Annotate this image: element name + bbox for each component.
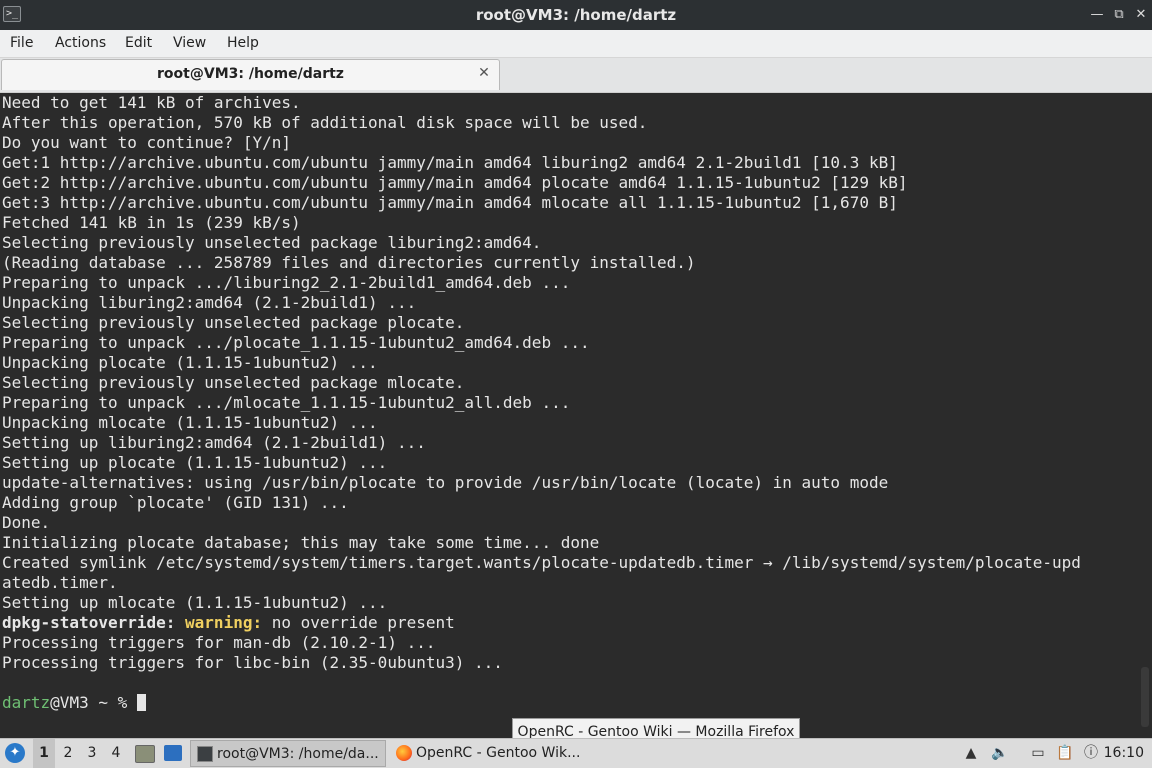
task-terminal-label: root@VM3: /home/da... [217,746,379,762]
menu-bar: File Actions Edit View Help [0,30,1152,58]
clock: 16:10 [1103,745,1144,761]
menu-view[interactable]: View [173,30,206,57]
text-cursor [136,694,146,711]
terminal-line: After this operation, 570 kB of addition… [2,113,648,132]
terminal-line: Unpacking plocate (1.1.15-1ubuntu2) ... [2,353,378,372]
terminal-line: Processing triggers for libc-bin (2.35-0… [2,653,503,672]
show-desktop-icon[interactable] [164,745,182,761]
task-terminal[interactable]: root@VM3: /home/da... [190,740,386,767]
update-icon[interactable]: ▲ [962,744,980,762]
terminal-line: Selecting previously unselected package … [2,233,542,252]
terminal-line: Unpacking mlocate (1.1.15-1ubuntu2) ... [2,413,378,432]
window-title: root@VM3: /home/dartz [475,6,677,24]
task-firefox[interactable]: OpenRC - Gentoo Wik... [390,740,586,767]
task-firefox-label: OpenRC - Gentoo Wik... [416,745,581,761]
terminal-output[interactable]: Need to get 141 kB of archives. After thi… [0,92,1152,736]
terminal-line: Setting up liburing2:amd64 (2.1-2build1)… [2,433,426,452]
terminal-line: Get:3 http://archive.ubuntu.com/ubuntu j… [2,193,898,212]
tab-terminal[interactable]: root@VM3: /home/dartz ✕ [1,59,500,90]
warning-label: warning: [185,613,263,632]
tab-label: root@VM3: /home/dartz [157,66,344,82]
workspace-2[interactable]: 2 [57,739,79,768]
clipboard-icon[interactable]: 📋 [1056,744,1074,762]
terminal-scrollbar[interactable] [1141,667,1149,727]
terminal-line: Preparing to unpack .../liburing2_2.1-2b… [2,273,571,292]
menu-help[interactable]: Help [227,30,259,57]
warning-source: dpkg-statoverride: [2,613,176,632]
warning-message: no override present [262,613,455,632]
menu-actions[interactable]: Actions [55,30,106,57]
terminal-line: Created symlink /etc/systemd/system/time… [2,553,1081,572]
terminal-line: Unpacking liburing2:amd64 (2.1-2build1) … [2,293,417,312]
terminal-line: Do you want to continue? [Y/n] [2,133,291,152]
firefox-icon [396,745,412,761]
terminal-icon [197,746,213,762]
menu-file[interactable]: File [10,30,33,57]
terminal-line: Selecting previously unselected package … [2,373,465,392]
terminal-lines: Need to get 141 kB of archives. After thi… [2,93,1081,713]
workspace-4[interactable]: 4 [105,739,127,768]
terminal-line: Get:2 http://archive.ubuntu.com/ubuntu j… [2,173,908,192]
terminal-line: Get:1 http://archive.ubuntu.com/ubuntu j… [2,153,898,172]
terminal-line: Preparing to unpack .../mlocate_1.1.15-1… [2,393,571,412]
tab-bar: root@VM3: /home/dartz ✕ [0,58,1152,92]
terminal-line: atedb.timer. [2,573,118,592]
terminal-line: Setting up mlocate (1.1.15-1ubuntu2) ... [2,593,388,612]
workspace-3[interactable]: 3 [81,739,103,768]
prompt-user: dartz [2,693,51,712]
tab-close-icon[interactable]: ✕ [475,64,493,82]
window-titlebar[interactable]: >_ root@VM3: /home/dartz — ⧉ ✕ [0,0,1152,30]
workspace-1[interactable]: 1 [33,739,55,768]
close-button[interactable]: ✕ [1132,6,1150,24]
volume-icon[interactable]: 🔈 [991,744,1009,762]
terminal-line: update-alternatives: using /usr/bin/ploc… [2,473,889,492]
terminal-line: Setting up plocate (1.1.15-1ubuntu2) ... [2,453,388,472]
terminal-line: Need to get 141 kB of archives. [2,93,301,112]
terminal-warning-line: dpkg-statoverride: warning: no override … [2,613,1081,633]
maximize-button[interactable]: ⧉ [1110,6,1128,24]
terminal-line: Preparing to unpack .../plocate_1.1.15-1… [2,333,590,352]
shell-prompt[interactable]: dartz@VM3 ~ % [2,693,1081,713]
prompt-host-path: @VM3 ~ % [50,693,137,712]
terminal-line: Initializing plocate database; this may … [2,533,600,552]
terminal-line: (Reading database ... 258789 files and d… [2,253,696,272]
file-manager-icon[interactable] [135,745,155,763]
taskbar: ✦ 1 2 3 4 root@VM3: /home/da... OpenRC -… [0,738,1152,768]
terminal-line: Fetched 141 kB in 1s (239 kB/s) [2,213,301,232]
menu-edit[interactable]: Edit [125,30,152,57]
terminal-line: Done. [2,513,51,532]
minimize-button[interactable]: — [1088,6,1106,24]
terminal-line: Adding group `plocate' (GID 131) ... [2,493,349,512]
start-menu-icon[interactable]: ✦ [5,743,25,763]
terminal-line: Processing triggers for man-db (2.10.2-1… [2,633,436,652]
network-icon[interactable]: ▭ [1029,744,1047,762]
terminal-line: Selecting previously unselected package … [2,313,465,332]
info-icon[interactable]: ⓘ [1082,744,1100,762]
